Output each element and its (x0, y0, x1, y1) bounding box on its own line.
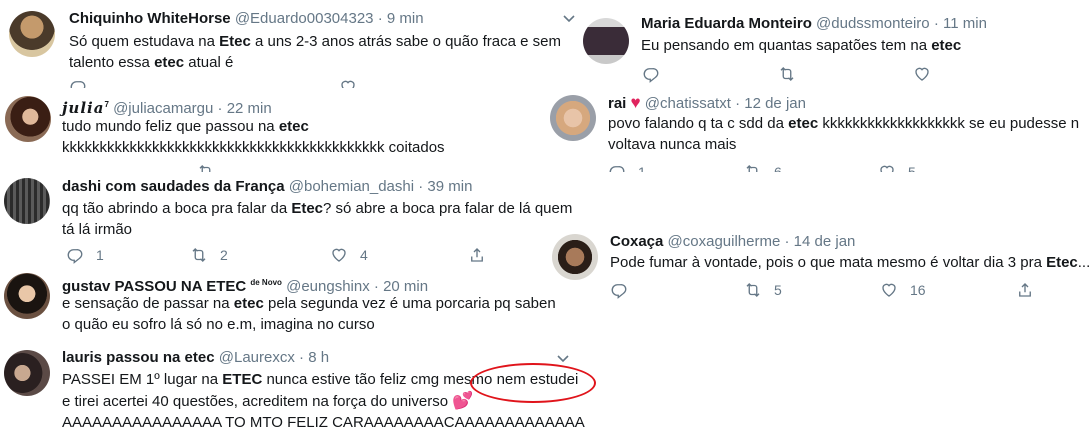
chevron-down-icon[interactable] (557, 355, 569, 363)
retweet-count: 6 (774, 164, 782, 172)
retweet-button[interactable] (778, 65, 796, 83)
like-button[interactable]: 5 (878, 163, 916, 172)
retweet-icon (778, 65, 796, 83)
avatar[interactable] (4, 178, 50, 224)
tweet-text: tudo mundo feliz que passou na etec kkkk… (62, 118, 445, 156)
author-handle[interactable]: @coxaguilherme (668, 233, 781, 250)
reply-icon (610, 281, 628, 299)
reply-icon (69, 78, 87, 88)
like-icon (339, 78, 357, 88)
retweet-button[interactable]: 6 (744, 163, 782, 172)
reply-button[interactable] (642, 65, 660, 83)
separator: · (735, 95, 741, 112)
red-circle-annotation (470, 363, 596, 403)
like-button[interactable]: 16 (880, 281, 926, 299)
author-name[interactable]: lauris passou na etec (62, 349, 215, 366)
retweet-button[interactable] (197, 163, 215, 172)
timestamp[interactable]: 9 min (387, 10, 424, 27)
separator: · (784, 233, 790, 250)
retweet-count: 2 (220, 247, 228, 263)
avatar[interactable] (5, 96, 51, 142)
retweet-button[interactable]: 5 (744, 281, 782, 299)
separator: · (299, 349, 305, 366)
reply-button[interactable] (69, 78, 87, 88)
reply-button[interactable]: 1 (66, 246, 104, 264)
author-handle[interactable]: @dudssmonteiro (816, 15, 930, 32)
name-superscript: 7 (104, 100, 109, 109)
author-name[interactable]: julia (62, 99, 104, 117)
tweet-text: qq tão abrindo a boca pra falar da Etec?… (62, 200, 573, 238)
like-button[interactable]: 4 (330, 246, 368, 264)
author-name[interactable]: Coxaça (610, 233, 663, 250)
author-name[interactable]: rai (608, 95, 626, 112)
author-handle[interactable]: @chatissatxt (645, 95, 731, 112)
retweet-icon (190, 246, 208, 264)
timestamp[interactable]: 22 min (227, 100, 272, 117)
separator: · (418, 178, 424, 195)
tweet-text: povo falando q ta c sdd da etec kkkkkkkk… (608, 115, 1080, 153)
retweet-icon (744, 163, 762, 172)
like-icon (913, 65, 931, 83)
reply-icon (608, 163, 626, 172)
avatar[interactable] (550, 95, 596, 141)
reply-icon (642, 65, 660, 83)
tweet-text: Pode fumar à vontade, pois o que mata me… (610, 254, 1091, 271)
avatar[interactable] (4, 273, 50, 319)
share-icon (468, 246, 486, 264)
avatar[interactable] (9, 11, 55, 57)
timestamp[interactable]: 14 de jan (794, 233, 856, 250)
like-count: 16 (910, 282, 926, 298)
reply-button[interactable] (610, 281, 628, 299)
author-name[interactable]: Chiquinho WhiteHorse (69, 10, 231, 27)
name-superscript: de Novo (250, 278, 282, 287)
like-button[interactable] (913, 65, 931, 83)
like-icon (880, 281, 898, 299)
author-name[interactable]: Maria Eduarda Monteiro (641, 15, 812, 32)
retweet-icon (197, 163, 215, 172)
timestamp[interactable]: 12 de jan (744, 95, 806, 112)
author-handle[interactable]: @Eduardo00304323 (235, 10, 374, 27)
avatar[interactable] (4, 350, 50, 396)
separator: · (377, 10, 383, 27)
timestamp[interactable]: 8 h (308, 349, 329, 366)
reply-count: 1 (96, 247, 104, 263)
author-handle[interactable]: @juliacamargu (113, 100, 213, 117)
heart-emoji-icon: ♥ (630, 93, 641, 112)
separator: · (217, 100, 223, 117)
like-icon (330, 246, 348, 264)
share-button[interactable] (1016, 281, 1034, 299)
share-icon (1016, 281, 1034, 299)
timestamp[interactable]: 39 min (427, 178, 472, 195)
retweet-button[interactable]: 2 (190, 246, 228, 264)
retweet-icon (744, 281, 762, 299)
reply-count: 1 (638, 164, 646, 172)
like-icon (878, 163, 896, 172)
tweet-text: e sensação de passar na etec pela segund… (62, 295, 556, 333)
reply-icon (66, 246, 84, 264)
author-name[interactable]: dashi com saudades da França (62, 178, 285, 195)
tweet-text: Eu pensando em quantas sapatões tem na e… (641, 37, 962, 54)
like-button[interactable] (339, 78, 357, 88)
chevron-down-icon[interactable] (563, 15, 575, 23)
avatar[interactable] (583, 18, 629, 64)
share-button[interactable] (468, 246, 486, 264)
reply-button[interactable]: 1 (608, 163, 646, 172)
avatar[interactable] (552, 234, 598, 280)
retweet-count: 5 (774, 282, 782, 298)
heart-emoji-icon: 💕 (452, 391, 474, 410)
tweet-text: Só quem estudava na Etec a uns 2-3 anos … (69, 33, 561, 71)
author-handle[interactable]: @bohemian_dashi (289, 178, 414, 195)
like-count: 4 (360, 247, 368, 263)
like-count: 5 (908, 164, 916, 172)
author-handle[interactable]: @Laurexcx (219, 349, 295, 366)
separator: · (933, 15, 939, 32)
timestamp[interactable]: 11 min (943, 15, 987, 32)
